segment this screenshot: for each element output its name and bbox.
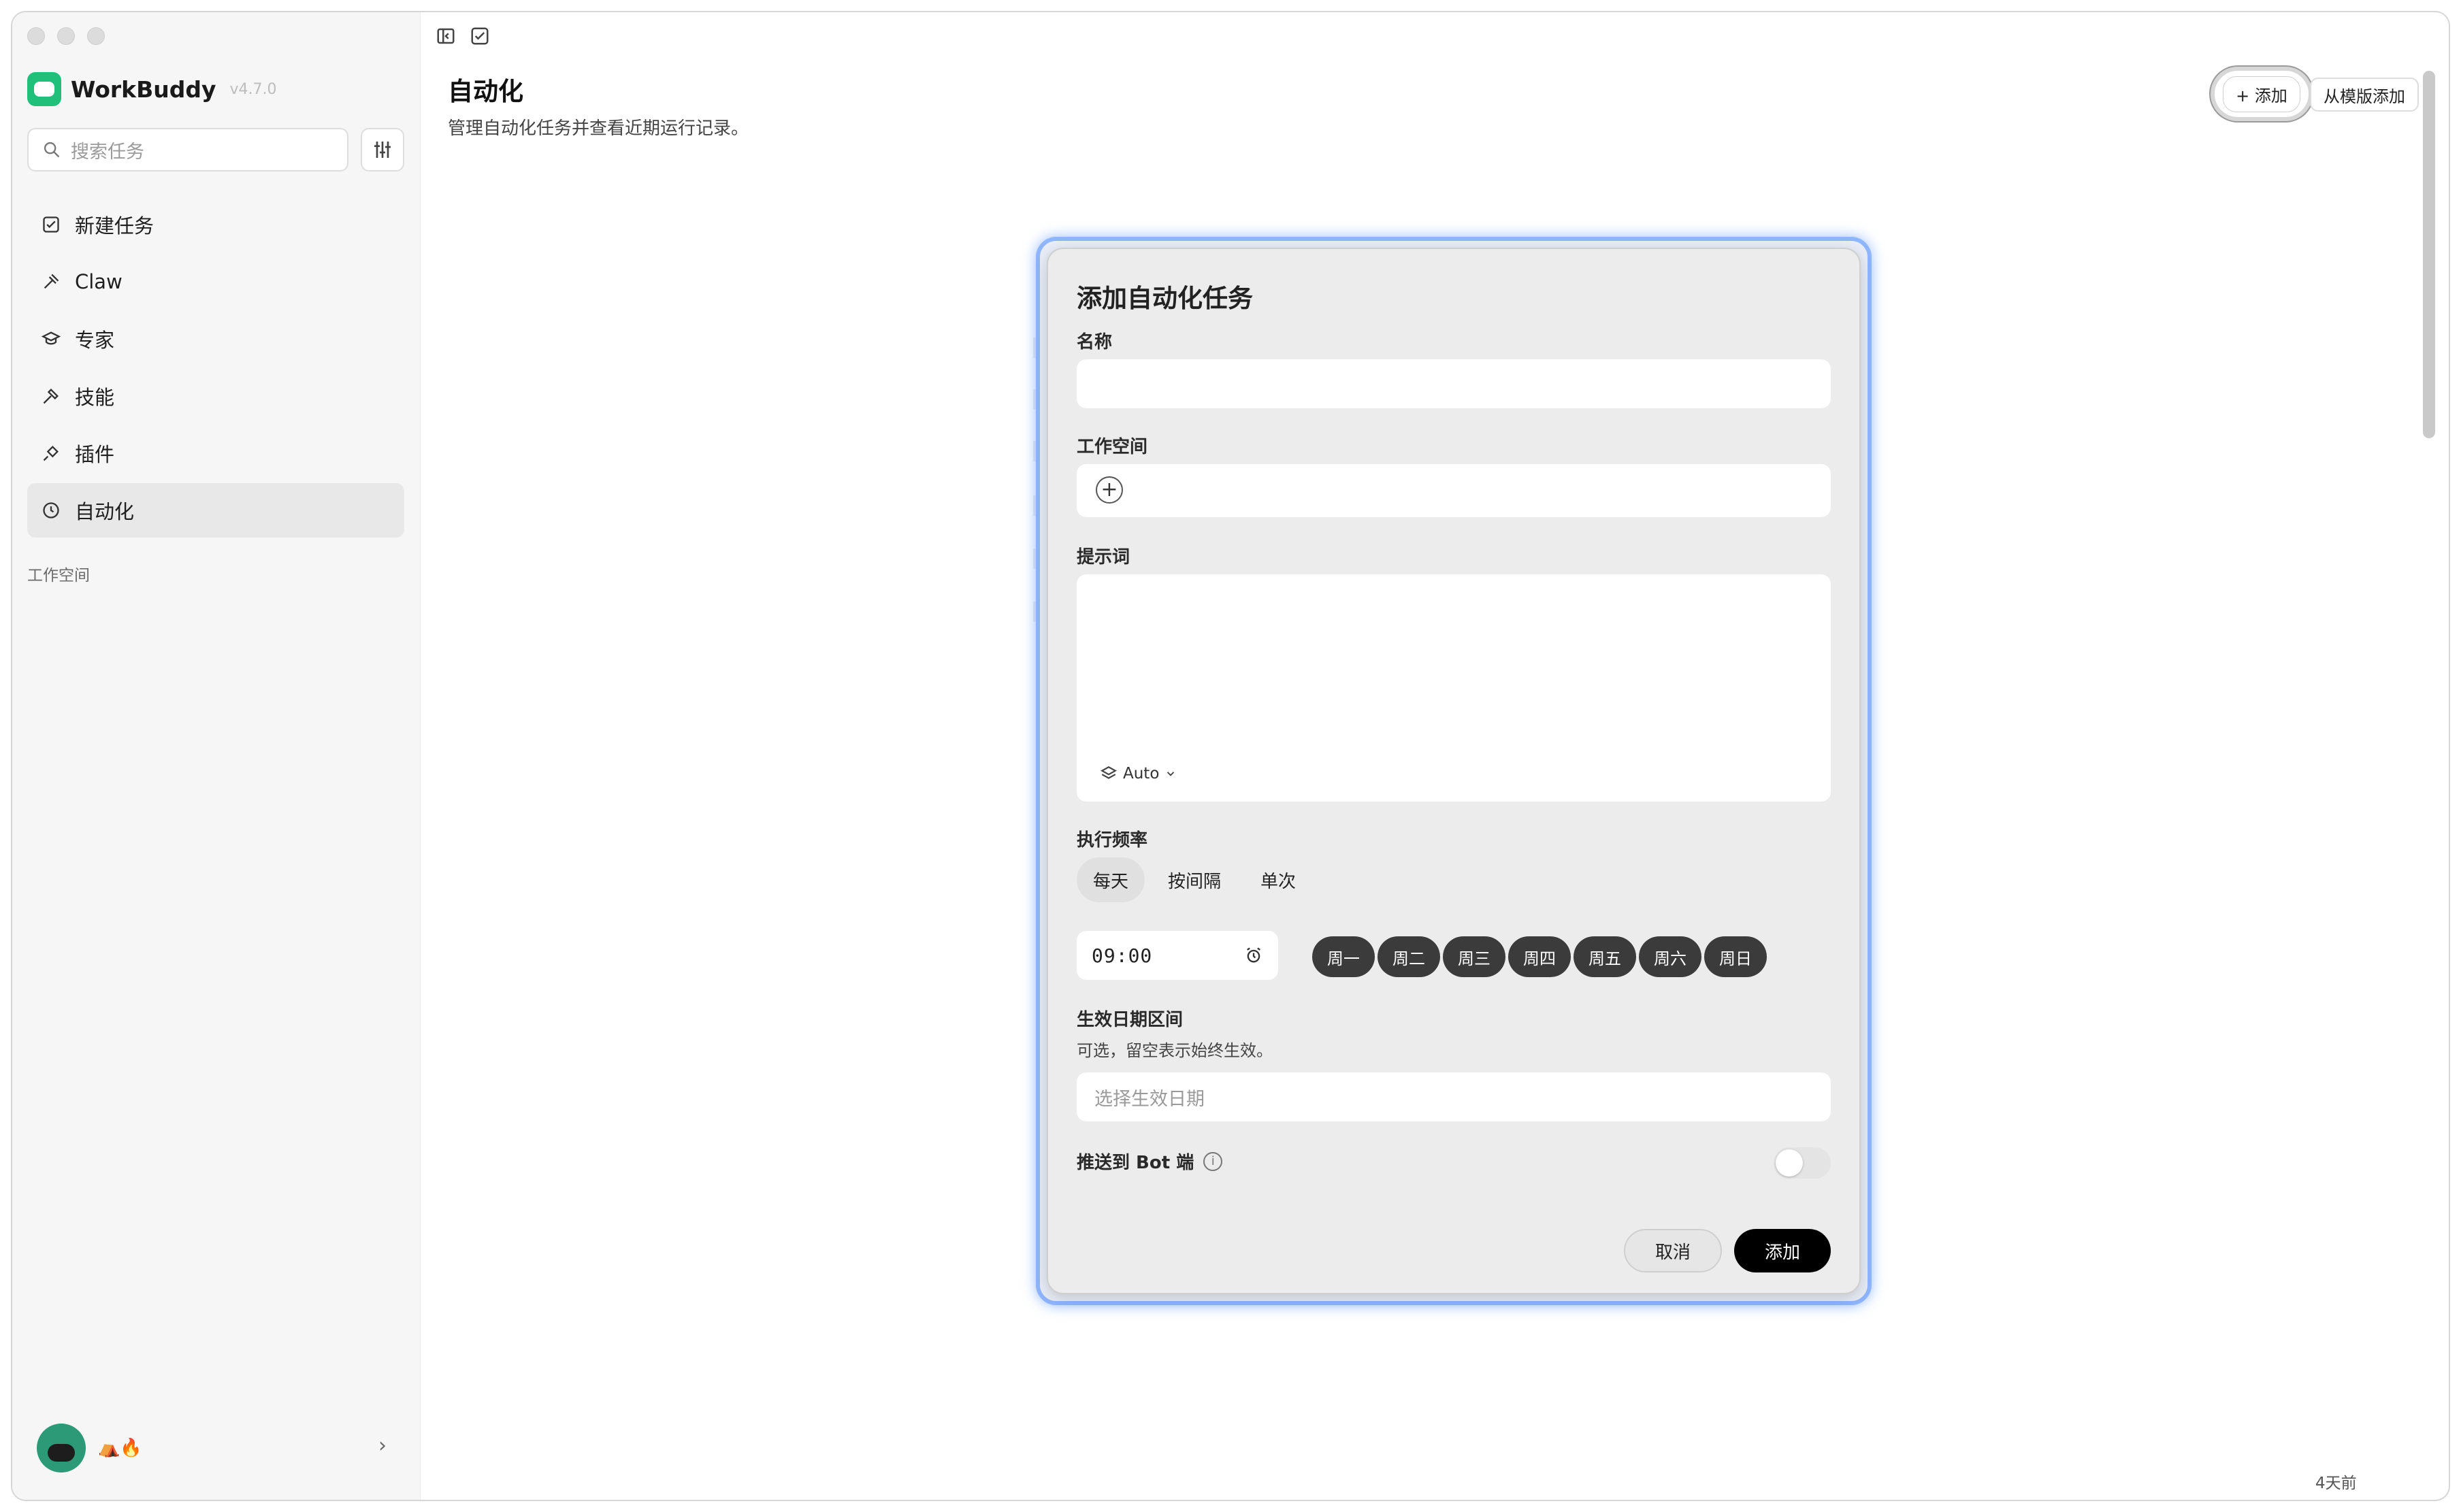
sidebar-nav: 新建任务 Claw 专家 技能 插件 自动化 bbox=[27, 197, 404, 540]
day-chip-sat[interactable]: 周六 bbox=[1639, 936, 1701, 977]
info-icon[interactable]: i bbox=[1203, 1151, 1223, 1171]
user-status-emoji: ⛺🔥 bbox=[98, 1438, 142, 1458]
add-workspace-icon[interactable]: + bbox=[1096, 476, 1123, 504]
day-chip-thu[interactable]: 周四 bbox=[1508, 936, 1571, 977]
search-placeholder: 搜索任务 bbox=[71, 141, 144, 163]
tab-interval[interactable]: 按间隔 bbox=[1152, 857, 1237, 902]
sidebar-item-label: 自动化 bbox=[75, 500, 135, 523]
app-window: WorkBuddy v4.7.0 搜索任务 新建任务 Claw 专家 技能 插件… bbox=[11, 11, 2450, 1501]
sidebar-item-skills[interactable]: 技能 bbox=[27, 369, 404, 423]
name-field[interactable] bbox=[1077, 359, 1831, 408]
workspace-section-label: 工作空间 bbox=[27, 567, 90, 585]
layers-icon bbox=[1101, 766, 1117, 779]
new-task-icon bbox=[41, 214, 61, 235]
chevron-down-icon bbox=[1167, 772, 1175, 776]
bot-push-row: 推送到 Bot 端 i bbox=[1077, 1149, 1223, 1174]
search-input[interactable]: 搜索任务 bbox=[27, 128, 348, 171]
page-title: 自动化 bbox=[448, 77, 523, 106]
sidebar-item-expert[interactable]: 专家 bbox=[27, 312, 404, 366]
workspace-label: 工作空间 bbox=[1077, 437, 1148, 457]
add-from-template-button[interactable]: 从模版添加 bbox=[2310, 78, 2419, 112]
add-button-label: + 添加 bbox=[2223, 76, 2300, 112]
weekday-selector: 周一 周二 周三 周四 周五 周六 周日 bbox=[1312, 936, 1767, 977]
tab-daily[interactable]: 每天 bbox=[1077, 857, 1145, 902]
expert-icon bbox=[41, 329, 61, 349]
date-placeholder: 选择生效日期 bbox=[1094, 1088, 1205, 1110]
filter-button[interactable] bbox=[361, 128, 404, 171]
sidebar-item-label: 插件 bbox=[75, 443, 115, 466]
add-automation-button[interactable]: + 添加 bbox=[2211, 67, 2313, 121]
date-range-label: 生效日期区间 bbox=[1077, 1010, 1184, 1030]
plugin-icon bbox=[41, 443, 61, 463]
sidebar-toggle-icon[interactable] bbox=[436, 26, 456, 46]
sidebar-item-claw[interactable]: Claw bbox=[27, 254, 404, 309]
close-window-button[interactable] bbox=[27, 27, 45, 45]
sidebar-item-label: Claw bbox=[75, 270, 123, 293]
day-chip-wed[interactable]: 周三 bbox=[1443, 936, 1505, 977]
bot-push-label: 推送到 Bot 端 bbox=[1077, 1153, 1194, 1173]
new-task-icon[interactable] bbox=[470, 26, 490, 46]
clock-icon bbox=[41, 500, 61, 521]
frequency-tabs: 每天 按间隔 单次 bbox=[1077, 857, 1312, 902]
prompt-label: 提示词 bbox=[1077, 547, 1130, 568]
name-label: 名称 bbox=[1077, 332, 1113, 352]
user-profile[interactable]: ⛺🔥 bbox=[37, 1424, 142, 1473]
sidebar-item-automation[interactable]: 自动化 bbox=[27, 483, 404, 538]
cancel-button[interactable]: 取消 bbox=[1624, 1229, 1722, 1272]
page-subtitle: 管理自动化任务并查看近期运行记录。 bbox=[448, 118, 749, 139]
sidebar-item-label: 新建任务 bbox=[75, 214, 154, 237]
sliders-icon bbox=[374, 142, 391, 158]
day-chip-mon[interactable]: 周一 bbox=[1312, 936, 1375, 977]
model-label: Auto bbox=[1123, 765, 1160, 783]
time-input[interactable]: 09:00 bbox=[1077, 931, 1278, 980]
window-controls bbox=[27, 27, 105, 45]
sidebar: WorkBuddy v4.7.0 搜索任务 新建任务 Claw 专家 技能 插件… bbox=[12, 12, 421, 1500]
date-range-hint: 可选，留空表示始终生效。 bbox=[1077, 1041, 1273, 1060]
day-chip-fri[interactable]: 周五 bbox=[1574, 936, 1636, 977]
skill-icon bbox=[41, 386, 61, 406]
bot-push-toggle[interactable] bbox=[1774, 1147, 1831, 1179]
sidebar-item-label: 专家 bbox=[75, 329, 115, 352]
claw-icon bbox=[41, 272, 61, 292]
workbuddy-logo-icon bbox=[27, 72, 61, 106]
submit-add-button[interactable]: 添加 bbox=[1734, 1229, 1831, 1272]
sidebar-item-new-task[interactable]: 新建任务 bbox=[27, 197, 404, 252]
app-version: v4.7.0 bbox=[229, 80, 277, 98]
model-selector[interactable]: Auto bbox=[1100, 765, 1177, 783]
day-chip-tue[interactable]: 周二 bbox=[1378, 936, 1440, 977]
scrollbar[interactable] bbox=[2423, 71, 2435, 438]
add-automation-dialog: 添加自动化任务 名称 工作空间 + 提示词 Auto 执行频率 每天 按间隔 单… bbox=[1047, 248, 1861, 1294]
time-value: 09:00 bbox=[1092, 944, 1153, 967]
zoom-window-button[interactable] bbox=[87, 27, 105, 45]
search-icon bbox=[44, 142, 60, 158]
alarm-clock-icon[interactable] bbox=[1244, 946, 1263, 965]
brand: WorkBuddy v4.7.0 bbox=[27, 72, 277, 106]
date-range-input[interactable]: 选择生效日期 bbox=[1077, 1072, 1831, 1121]
app-name: WorkBuddy bbox=[71, 76, 216, 103]
toolbar bbox=[436, 26, 490, 46]
tab-once[interactable]: 单次 bbox=[1244, 857, 1312, 902]
sidebar-item-plugins[interactable]: 插件 bbox=[27, 426, 404, 480]
prompt-textarea[interactable]: Auto bbox=[1077, 574, 1831, 802]
chevron-right-icon[interactable]: › bbox=[378, 1434, 387, 1458]
avatar bbox=[37, 1424, 86, 1473]
dialog-title: 添加自动化任务 bbox=[1077, 284, 1253, 313]
frequency-label: 执行频率 bbox=[1077, 830, 1148, 851]
minimize-window-button[interactable] bbox=[57, 27, 75, 45]
day-chip-sun[interactable]: 周日 bbox=[1704, 936, 1767, 977]
workspace-field[interactable]: + bbox=[1077, 464, 1831, 517]
timestamp: 4天前 bbox=[2315, 1475, 2357, 1492]
sidebar-item-label: 技能 bbox=[75, 386, 115, 409]
